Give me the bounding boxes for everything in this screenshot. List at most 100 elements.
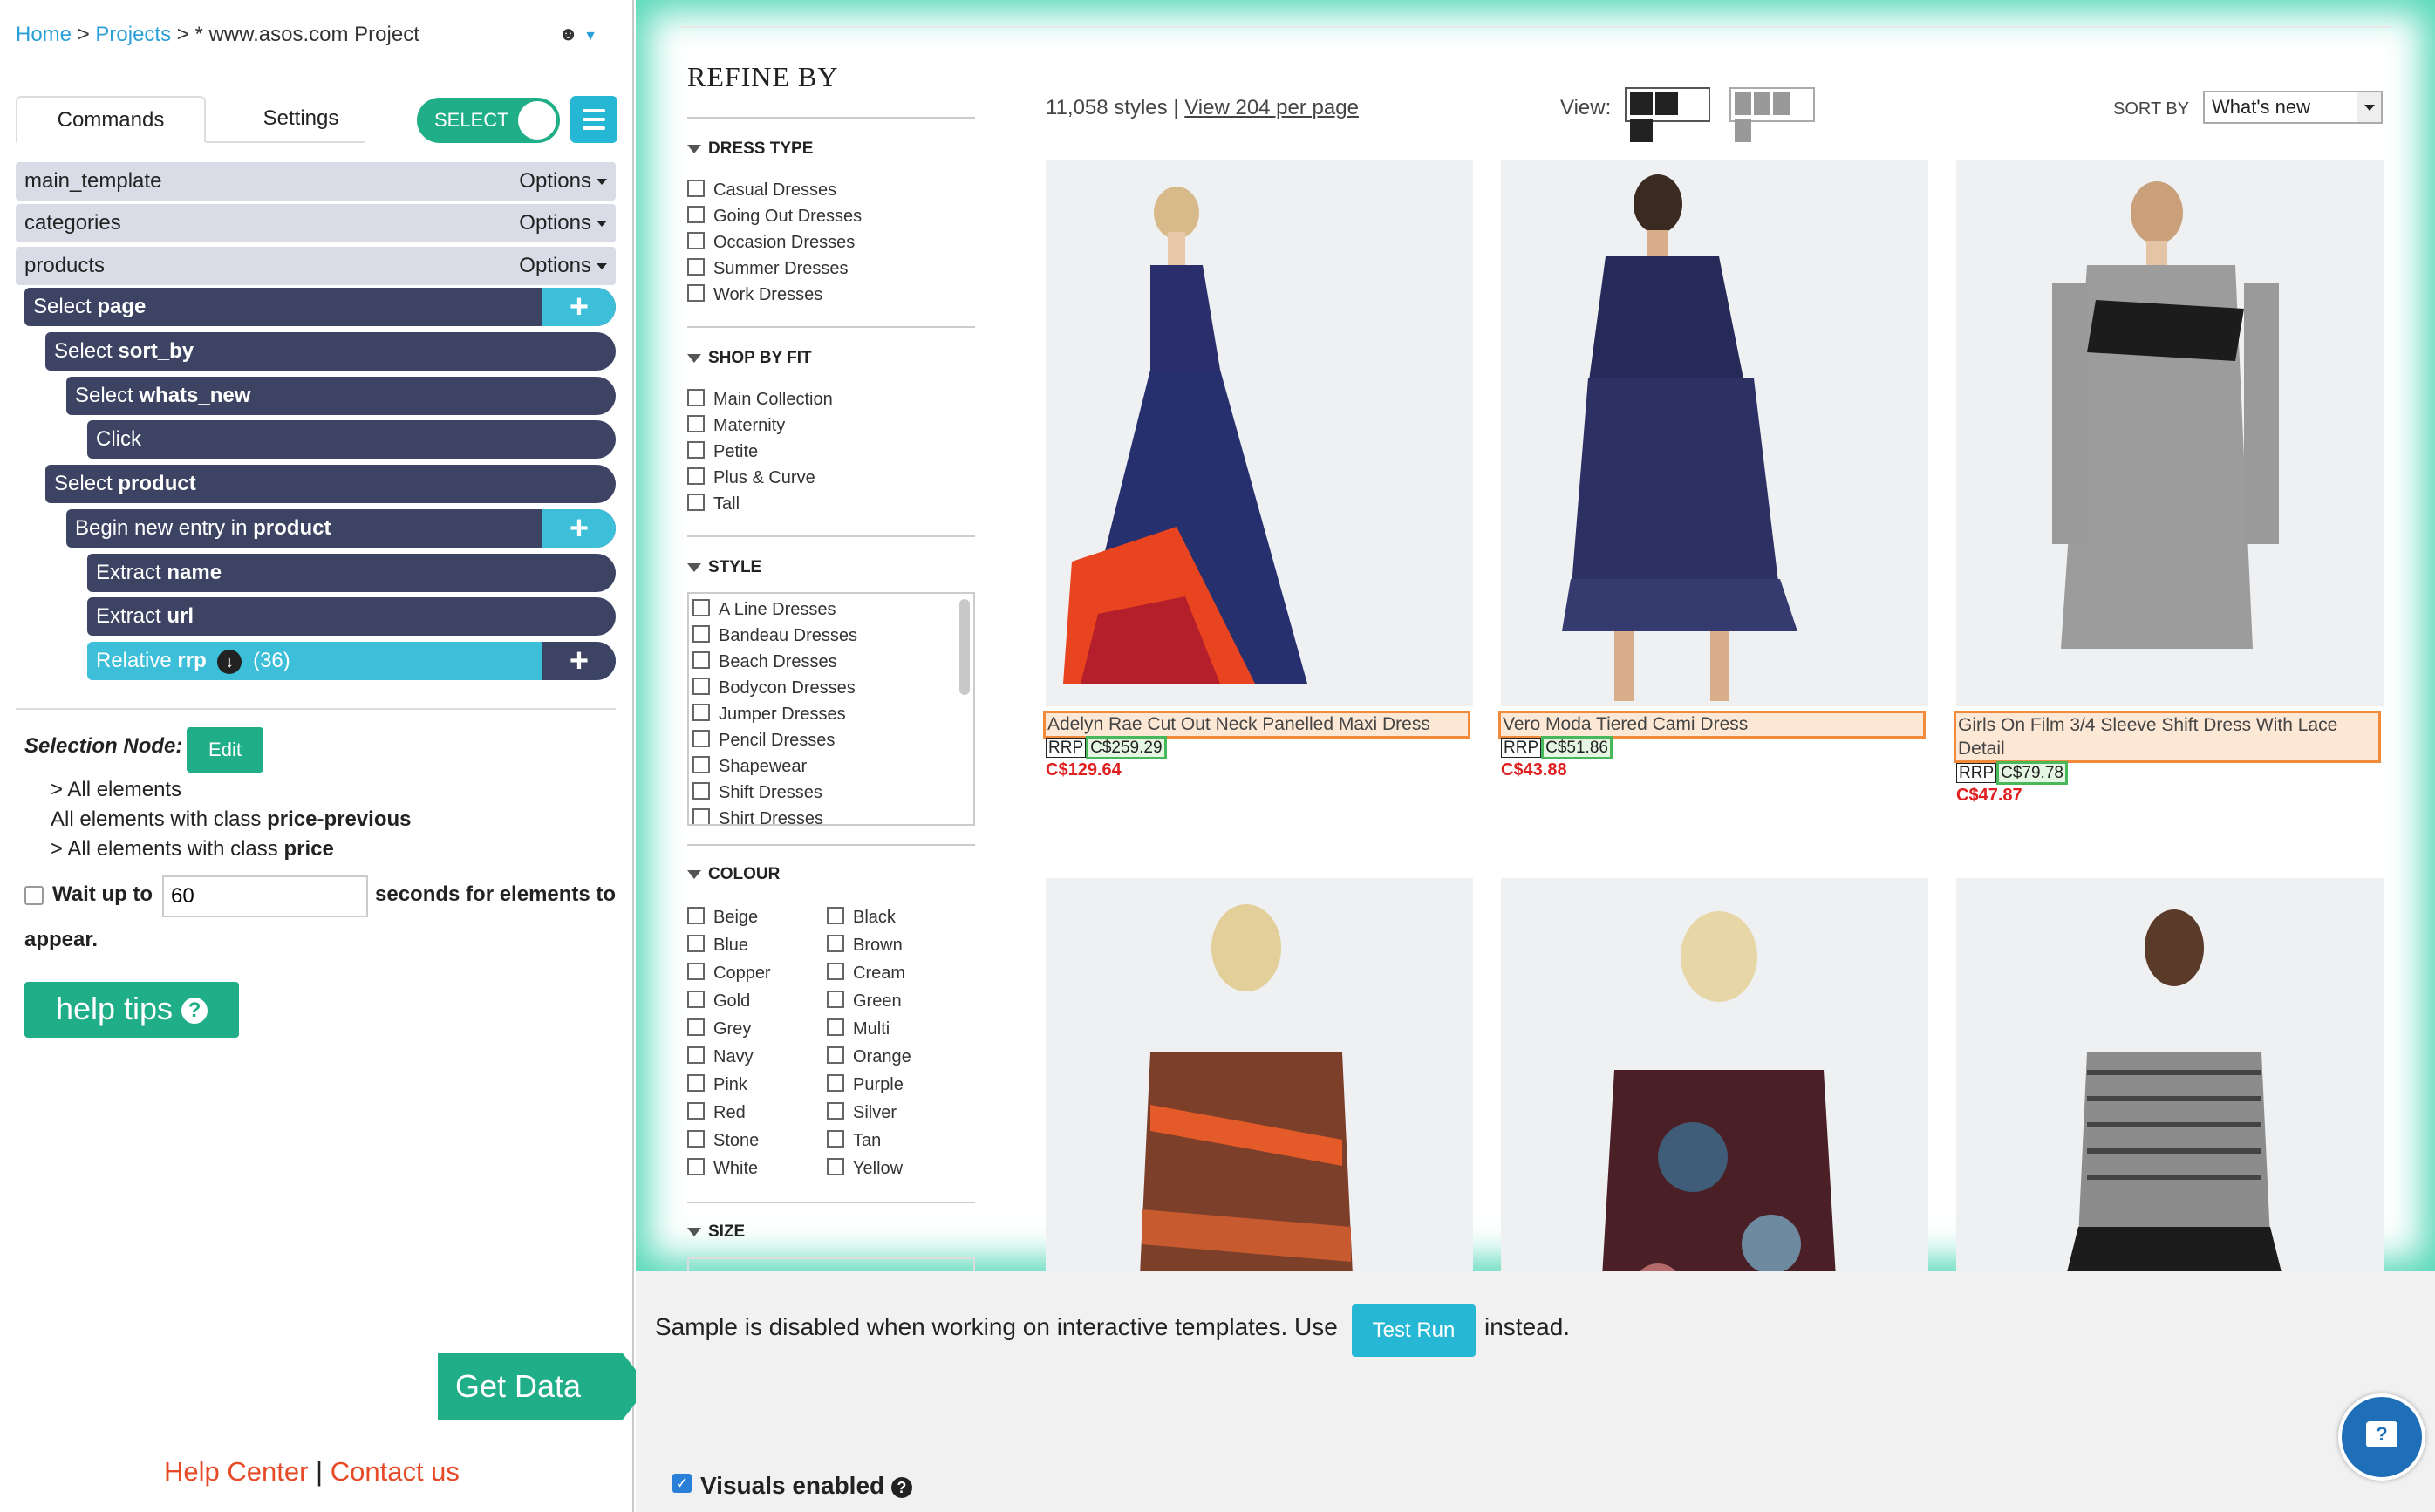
facet-checkbox[interactable]: Bodycon Dresses [692,678,856,698]
product-image[interactable] [1956,878,2384,1271]
product-name[interactable]: Girls On Film 3/4 Sleeve Shift Dress Wit… [1954,711,2381,763]
colour-checkbox[interactable]: Navy [687,1046,754,1067]
facet-checkbox[interactable]: Maternity [687,415,785,436]
facet-size[interactable]: SIZE [687,1223,745,1242]
colour-checkbox[interactable]: Cream [827,963,905,984]
test-run-button[interactable]: Test Run [1352,1304,1476,1357]
command-extract-url[interactable]: Extract url [87,597,616,636]
facet-dress-type[interactable]: DRESS TYPE [687,140,813,159]
template-options-dropdown[interactable]: Options [519,204,607,242]
product-image[interactable] [1046,878,1473,1271]
product-name[interactable]: Vero Moda Tiered Cami Dress [1498,711,1926,739]
scrollbar[interactable] [959,599,970,695]
colour-checkbox[interactable]: Multi [827,1018,890,1039]
get-data-button[interactable]: Get Data [438,1353,649,1420]
sort-by-select[interactable]: What's new [2203,91,2383,124]
facet-checkbox[interactable]: Tall [687,494,740,514]
template-options-dropdown[interactable]: Options [519,162,607,201]
colour-checkbox[interactable]: Stone [687,1130,759,1151]
command-select-whats-new[interactable]: Select whats_new [66,377,616,415]
add-command-plus-icon[interactable]: + [542,509,616,548]
product-name[interactable]: Adelyn Rae Cut Out Neck Panelled Maxi Dr… [1043,711,1470,739]
menu-button[interactable] [570,96,617,143]
help-center-link[interactable]: Help Center [164,1456,308,1487]
template-categories[interactable]: categories Options [16,204,616,242]
help-chat-button[interactable]: ? [2338,1393,2425,1481]
colour-checkbox[interactable]: Copper [687,963,771,984]
command-select-product[interactable]: Select product [45,465,616,503]
product-image[interactable] [1501,160,1928,706]
visuals-enabled-checkbox[interactable]: ✓ [672,1474,692,1493]
grid-view-3-icon[interactable] [1625,87,1710,142]
command-target: product [253,516,331,540]
command-begin-new-entry[interactable]: Begin new entry in product + [66,509,616,548]
facet-checkbox[interactable]: Petite [687,441,758,462]
colour-checkbox[interactable]: Grey [687,1018,751,1039]
colour-checkbox[interactable]: Pink [687,1074,747,1095]
facet-checkbox[interactable]: Shift Dresses [692,782,822,803]
colour-checkbox[interactable]: Green [827,991,902,1011]
template-main-template[interactable]: main_template Options [16,162,616,201]
command-verb: Select [54,339,113,363]
command-select-page[interactable]: Select page + [24,288,616,326]
facet-checkbox[interactable]: Bandeau Dresses [692,625,857,646]
colour-checkbox[interactable]: Beige [687,907,758,928]
add-command-plus-icon[interactable]: + [542,288,616,326]
command-relative-rrp[interactable]: Relative rrp ↓ (36) + [87,642,616,680]
facet-checkbox[interactable]: Shirt Dresses [692,808,823,824]
facet-style[interactable]: STYLE [687,558,761,577]
colour-checkbox[interactable]: Yellow [827,1158,903,1179]
template-options-dropdown[interactable]: Options [519,247,607,285]
size-list[interactable] [687,1257,975,1271]
facet-checkbox[interactable]: Main Collection [687,389,833,410]
breadcrumb-separator: > [176,23,189,46]
tab-settings[interactable]: Settings [206,96,396,143]
add-command-plus-icon[interactable]: + [542,642,616,680]
colour-checkbox[interactable]: Brown [827,935,903,956]
facet-checkbox[interactable]: Casual Dresses [687,180,836,201]
template-products[interactable]: products Options [16,247,616,285]
view-per-page-link[interactable]: View 204 per page [1184,96,1359,119]
wait-seconds-input[interactable] [162,875,368,917]
facet-checkbox[interactable]: A Line Dresses [692,599,836,620]
breadcrumb-projects-link[interactable]: Projects [95,23,171,46]
facet-shop-by-fit[interactable]: SHOP BY FIT [687,349,812,368]
colour-checkbox[interactable]: Silver [827,1102,897,1123]
colour-checkbox[interactable]: Blue [687,935,748,956]
facet-checkbox[interactable]: Work Dresses [687,284,822,305]
facet-checkbox[interactable]: Beach Dresses [692,651,837,672]
grid-view-4-icon[interactable] [1729,87,1815,142]
sort-by-label: SORT BY [2113,99,2190,119]
command-select-sort-by[interactable]: Select sort_by [45,332,616,371]
style-list[interactable]: A Line Dresses Bandeau Dresses Beach Dre… [687,592,975,826]
colour-checkbox[interactable]: Tan [827,1130,881,1151]
colour-checkbox[interactable]: Orange [827,1046,911,1067]
edit-button[interactable]: Edit [187,727,263,773]
facet-checkbox[interactable]: Going Out Dresses [687,206,862,227]
facet-colour[interactable]: COLOUR [687,865,780,884]
facet-checkbox[interactable]: Occasion Dresses [687,232,855,253]
product-image[interactable] [1046,160,1473,706]
command-extract-name[interactable]: Extract name [87,554,616,592]
contact-us-link[interactable]: Contact us [331,1456,460,1487]
product-image[interactable] [1501,878,1928,1271]
user-menu[interactable]: ☻ ▼ [558,23,597,45]
colour-checkbox[interactable]: White [687,1158,758,1179]
selection-line-text: All elements with class [51,807,268,831]
colour-checkbox[interactable]: Purple [827,1074,904,1095]
facet-checkbox[interactable]: Summer Dresses [687,258,848,279]
facet-checkbox[interactable]: Pencil Dresses [692,730,835,751]
facet-checkbox[interactable]: Shapewear [692,756,807,777]
colour-checkbox[interactable]: Black [827,907,896,928]
help-tips-button[interactable]: help tips ? [24,982,239,1038]
facet-checkbox[interactable]: Plus & Curve [687,467,815,488]
colour-checkbox[interactable]: Gold [687,991,750,1011]
breadcrumb-home-link[interactable]: Home [16,23,72,46]
facet-checkbox[interactable]: Jumper Dresses [692,704,846,725]
select-toggle[interactable]: SELECT [417,98,560,143]
wait-checkbox[interactable] [24,886,44,905]
product-image[interactable] [1956,160,2384,706]
colour-checkbox[interactable]: Red [687,1102,746,1123]
tab-commands[interactable]: Commands [16,96,206,143]
command-click[interactable]: Click [87,420,616,459]
